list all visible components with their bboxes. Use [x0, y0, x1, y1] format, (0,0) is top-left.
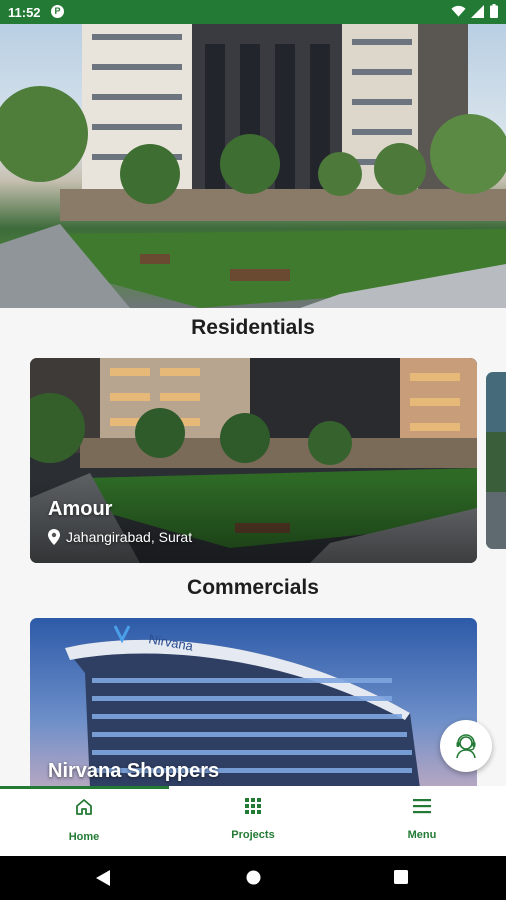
project-card-title: Amour: [48, 498, 113, 520]
location-pin-icon: [48, 529, 60, 545]
bottom-navigation: Home Projects Menu: [0, 786, 506, 856]
project-image-next: [486, 372, 506, 549]
project-card-title: Nirvana Shoppers: [48, 760, 220, 782]
signal-icon: [471, 4, 484, 18]
back-icon[interactable]: [96, 870, 110, 886]
status-bar: 11:52 P: [0, 0, 506, 24]
nav-label-menu: Menu: [407, 829, 437, 841]
nav-label-projects: Projects: [231, 829, 275, 841]
nav-label-home: Home: [68, 831, 100, 843]
support-fab-button[interactable]: [440, 720, 492, 772]
nav-item-home[interactable]: Home: [0, 798, 168, 843]
nav-item-menu[interactable]: Menu: [338, 798, 506, 841]
recents-icon[interactable]: [394, 870, 408, 884]
notification-badge-icon: P: [51, 5, 64, 18]
system-icons: [451, 4, 498, 18]
project-card-location-text: Jahangirabad, Surat: [66, 529, 193, 545]
active-tab-indicator: [0, 786, 169, 789]
hamburger-icon: [413, 799, 431, 814]
battery-icon: [490, 4, 498, 18]
hero-banner-image: [0, 24, 506, 308]
system-navigation-bar: [0, 856, 506, 900]
home-circle-icon[interactable]: [246, 870, 261, 885]
project-card-next-peek[interactable]: [486, 372, 506, 549]
grid-icon: [245, 798, 261, 814]
project-card-location: Jahangirabad, Surat: [48, 529, 192, 545]
nav-item-projects[interactable]: Projects: [169, 798, 337, 841]
status-time: 11:52: [8, 5, 41, 20]
home-icon: [76, 799, 92, 815]
section-title-commercials: Commercials: [187, 576, 319, 599]
section-title-residentials: Residentials: [191, 316, 315, 339]
project-card-amour[interactable]: Amour Jahangirabad, Surat: [30, 358, 477, 563]
wifi-icon: [451, 5, 466, 17]
project-card-nirvana-shoppers[interactable]: Nirvana Nirvana Shoppers: [30, 618, 477, 788]
support-agent-icon: [456, 734, 476, 759]
